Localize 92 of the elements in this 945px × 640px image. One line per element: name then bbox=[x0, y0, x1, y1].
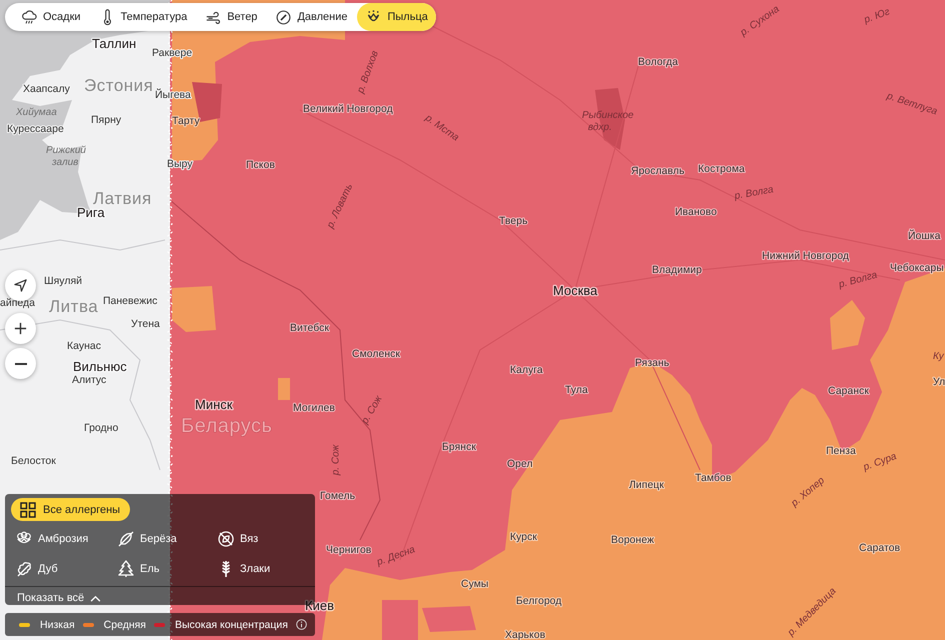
country-label: Литва bbox=[49, 297, 98, 316]
info-icon[interactable] bbox=[296, 617, 307, 632]
city-label: Воронеж bbox=[611, 534, 654, 546]
city-label: Тула bbox=[565, 384, 588, 396]
capital-label: Киев bbox=[305, 598, 334, 613]
country-label: Беларусь bbox=[181, 415, 272, 437]
city-label: Пярну bbox=[91, 114, 122, 126]
city-label: Пенза bbox=[826, 445, 856, 457]
city-label: Липецк bbox=[629, 479, 664, 491]
city-label: Хаапсалу bbox=[23, 83, 70, 95]
city-label: Саранск bbox=[828, 385, 869, 397]
city-label: Владимир bbox=[652, 264, 702, 276]
navigation-arrow-icon bbox=[13, 278, 28, 293]
legend-label: Средняя bbox=[104, 618, 146, 630]
plus-icon bbox=[13, 321, 28, 336]
city-label: Витебск bbox=[290, 322, 330, 334]
layer-tab[interactable]: Давление bbox=[267, 3, 356, 31]
city-label: Брянск bbox=[442, 441, 476, 453]
city-label: Чернигов bbox=[326, 544, 372, 556]
legend-label: Высокая концентрация bbox=[175, 618, 288, 630]
city-label: Йошка bbox=[908, 230, 940, 242]
city-label: айпеда bbox=[0, 297, 35, 309]
leaf-icon bbox=[117, 530, 135, 548]
legend-label: Низкая bbox=[40, 618, 75, 630]
city-label: Курск bbox=[510, 531, 537, 543]
city-label: Иваново bbox=[675, 206, 717, 218]
layer-tab[interactable]: Температура bbox=[90, 3, 196, 31]
city-label: Тверь bbox=[499, 215, 528, 227]
allergen-option[interactable]: Ель bbox=[113, 557, 164, 581]
cloud-rain-icon bbox=[21, 8, 38, 26]
city-label: Могилев bbox=[293, 402, 335, 414]
country-label: Эстония bbox=[84, 76, 154, 95]
city-label: Белгород bbox=[516, 595, 562, 607]
water-label: Рижский залив bbox=[46, 145, 86, 168]
crossed-leaf-icon bbox=[217, 530, 235, 548]
river-label: Ку bbox=[933, 351, 944, 362]
allergen-option[interactable]: Берёза bbox=[113, 527, 181, 551]
capital-label: Таллин bbox=[92, 36, 136, 51]
capital-label: Москва bbox=[553, 283, 598, 298]
minus-icon bbox=[14, 362, 26, 364]
allergen-option[interactable]: Амброзия bbox=[11, 527, 92, 551]
city-label: Паневежис bbox=[103, 295, 158, 307]
city-label: Великий Новгород bbox=[303, 103, 393, 115]
river-label: р. Сож bbox=[330, 444, 342, 476]
city-label: Харьков bbox=[505, 629, 546, 640]
city-label: Гомель bbox=[320, 490, 356, 502]
city-label: Алитус bbox=[72, 374, 106, 386]
tree-icon bbox=[117, 560, 135, 578]
city-label: Белосток bbox=[11, 455, 56, 467]
river-label: р. Десна bbox=[376, 544, 417, 568]
city-label: Смоленск bbox=[352, 348, 400, 360]
city-label: Рязань bbox=[635, 357, 670, 369]
river-label: р. Волга bbox=[734, 184, 774, 202]
city-label: Курессааре bbox=[7, 123, 64, 135]
layer-tab[interactable]: Ветер bbox=[197, 3, 266, 31]
gauge-icon bbox=[275, 8, 292, 26]
river-label: р. Волга bbox=[838, 270, 878, 291]
city-label: Кострома bbox=[698, 163, 745, 175]
river-label: р. Волхов bbox=[355, 49, 381, 95]
oak-leaf-icon bbox=[15, 560, 33, 578]
allergen-option[interactable]: Вяз bbox=[213, 527, 262, 551]
city-label: Ул bbox=[933, 376, 945, 388]
grid-icon bbox=[19, 500, 37, 518]
layer-tab[interactable]: Пыльца bbox=[357, 3, 436, 31]
all-allergens-chip[interactable]: Все аллергены bbox=[11, 498, 130, 521]
capital-label: Минск bbox=[195, 397, 232, 412]
city-label: Ярославль bbox=[631, 165, 684, 177]
city-label: Вологда bbox=[638, 56, 678, 68]
layer-tab[interactable]: Осадки bbox=[13, 3, 89, 31]
city-label: Сумы bbox=[461, 578, 488, 590]
show-all-toggle[interactable]: Показать всё bbox=[11, 587, 108, 609]
river-label: р. Сура bbox=[862, 451, 898, 474]
country-label: Латвия bbox=[93, 189, 152, 208]
city-label: Псков bbox=[246, 159, 275, 171]
city-label: Чебоксары bbox=[890, 262, 944, 274]
allergen-option[interactable]: Дуб bbox=[11, 557, 62, 581]
water-label: Хийумаа bbox=[16, 107, 57, 118]
city-label: Каунас bbox=[67, 340, 101, 352]
allergen-option[interactable]: Злаки bbox=[213, 557, 274, 581]
city-label: Орел bbox=[507, 458, 533, 470]
capital-label: Вильнюс bbox=[73, 359, 127, 374]
city-label: Тарту bbox=[172, 115, 200, 127]
river-label: р. Юг bbox=[862, 6, 892, 26]
capital-label: Рига bbox=[77, 205, 105, 220]
city-label: Утена bbox=[131, 318, 160, 330]
city-label: Калуга bbox=[510, 364, 543, 376]
city-label: Гродно bbox=[84, 422, 118, 434]
city-label: Саратов bbox=[859, 542, 900, 554]
city-label: Шяуляй bbox=[44, 275, 82, 287]
water-label: Рыбинское вдхр. bbox=[582, 110, 634, 133]
city-label: Нижний Новгород bbox=[762, 250, 849, 262]
city-label: Тамбов bbox=[695, 472, 732, 484]
